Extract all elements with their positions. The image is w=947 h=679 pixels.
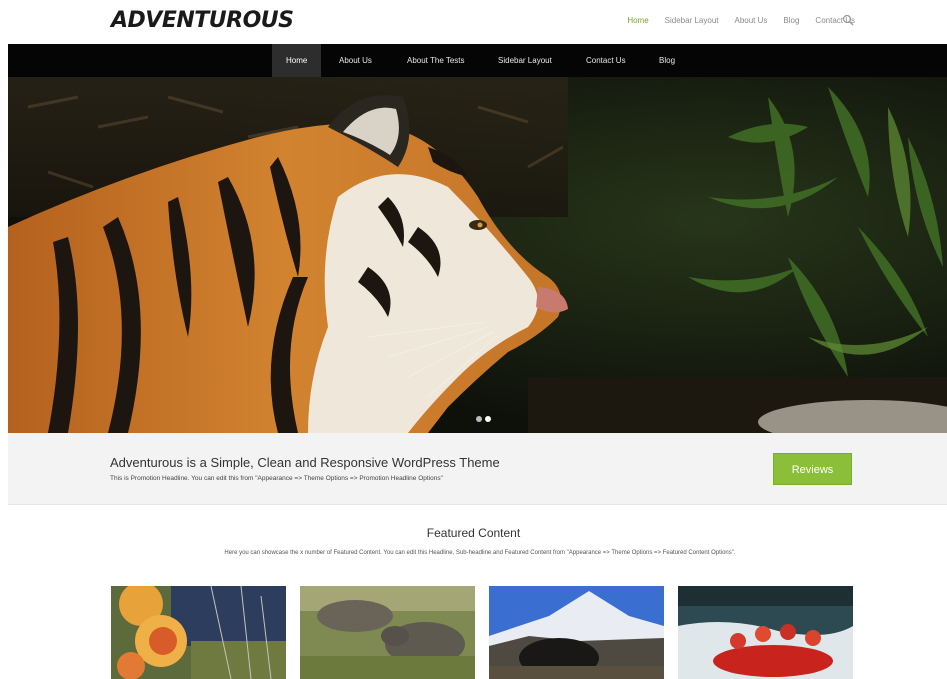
nav-contact-us[interactable]: Contact Us bbox=[572, 44, 640, 77]
promo-title: Adventurous is a Simple, Clean and Respo… bbox=[110, 455, 500, 470]
nav-blog[interactable]: Blog bbox=[645, 44, 689, 77]
nav-about-us[interactable]: About Us bbox=[325, 44, 386, 77]
yak-mountain-image bbox=[489, 586, 664, 679]
featured-thumb-rafting[interactable] bbox=[678, 586, 853, 679]
climbing-gear-image bbox=[111, 586, 286, 679]
featured-title: Featured Content bbox=[426, 526, 521, 540]
slider-dot-2[interactable] bbox=[485, 416, 491, 422]
tiger-hero-image bbox=[8, 77, 947, 433]
featured-thumb-climbing[interactable] bbox=[111, 586, 286, 679]
featured-thumb-yak[interactable] bbox=[489, 586, 664, 679]
hero-slider[interactable] bbox=[8, 77, 947, 433]
top-nav-sidebar-layout[interactable]: Sidebar Layout bbox=[665, 16, 719, 25]
site-logo[interactable]: ADVENTUROUS bbox=[111, 8, 294, 33]
river-rafting-image bbox=[678, 586, 853, 679]
site-header: ADVENTUROUS Home Sidebar Layout About Us… bbox=[0, 0, 947, 44]
main-navigation: Home About Us About The Tests Sidebar La… bbox=[8, 44, 947, 77]
promotion-headline: Adventurous is a Simple, Clean and Respo… bbox=[8, 433, 947, 505]
slider-dot-1[interactable] bbox=[476, 416, 482, 422]
top-nav-home[interactable]: Home bbox=[627, 16, 648, 25]
rhinos-image bbox=[300, 586, 475, 679]
featured-thumb-rhinos[interactable] bbox=[300, 586, 475, 679]
promo-subtitle: This is Promotion Headline. You can edit… bbox=[110, 475, 443, 482]
top-nav-blog[interactable]: Blog bbox=[783, 16, 799, 25]
nav-sidebar-layout[interactable]: Sidebar Layout bbox=[484, 44, 566, 77]
nav-about-the-tests[interactable]: About The Tests bbox=[393, 44, 479, 77]
reviews-button[interactable]: Reviews bbox=[773, 453, 852, 485]
search-icon[interactable] bbox=[842, 14, 854, 26]
nav-home[interactable]: Home bbox=[272, 44, 322, 77]
top-nav-about-us[interactable]: About Us bbox=[735, 16, 768, 25]
featured-description: Here you can showcase the x number of Fe… bbox=[224, 550, 736, 556]
top-navigation: Home Sidebar Layout About Us Blog Contac… bbox=[627, 16, 855, 25]
